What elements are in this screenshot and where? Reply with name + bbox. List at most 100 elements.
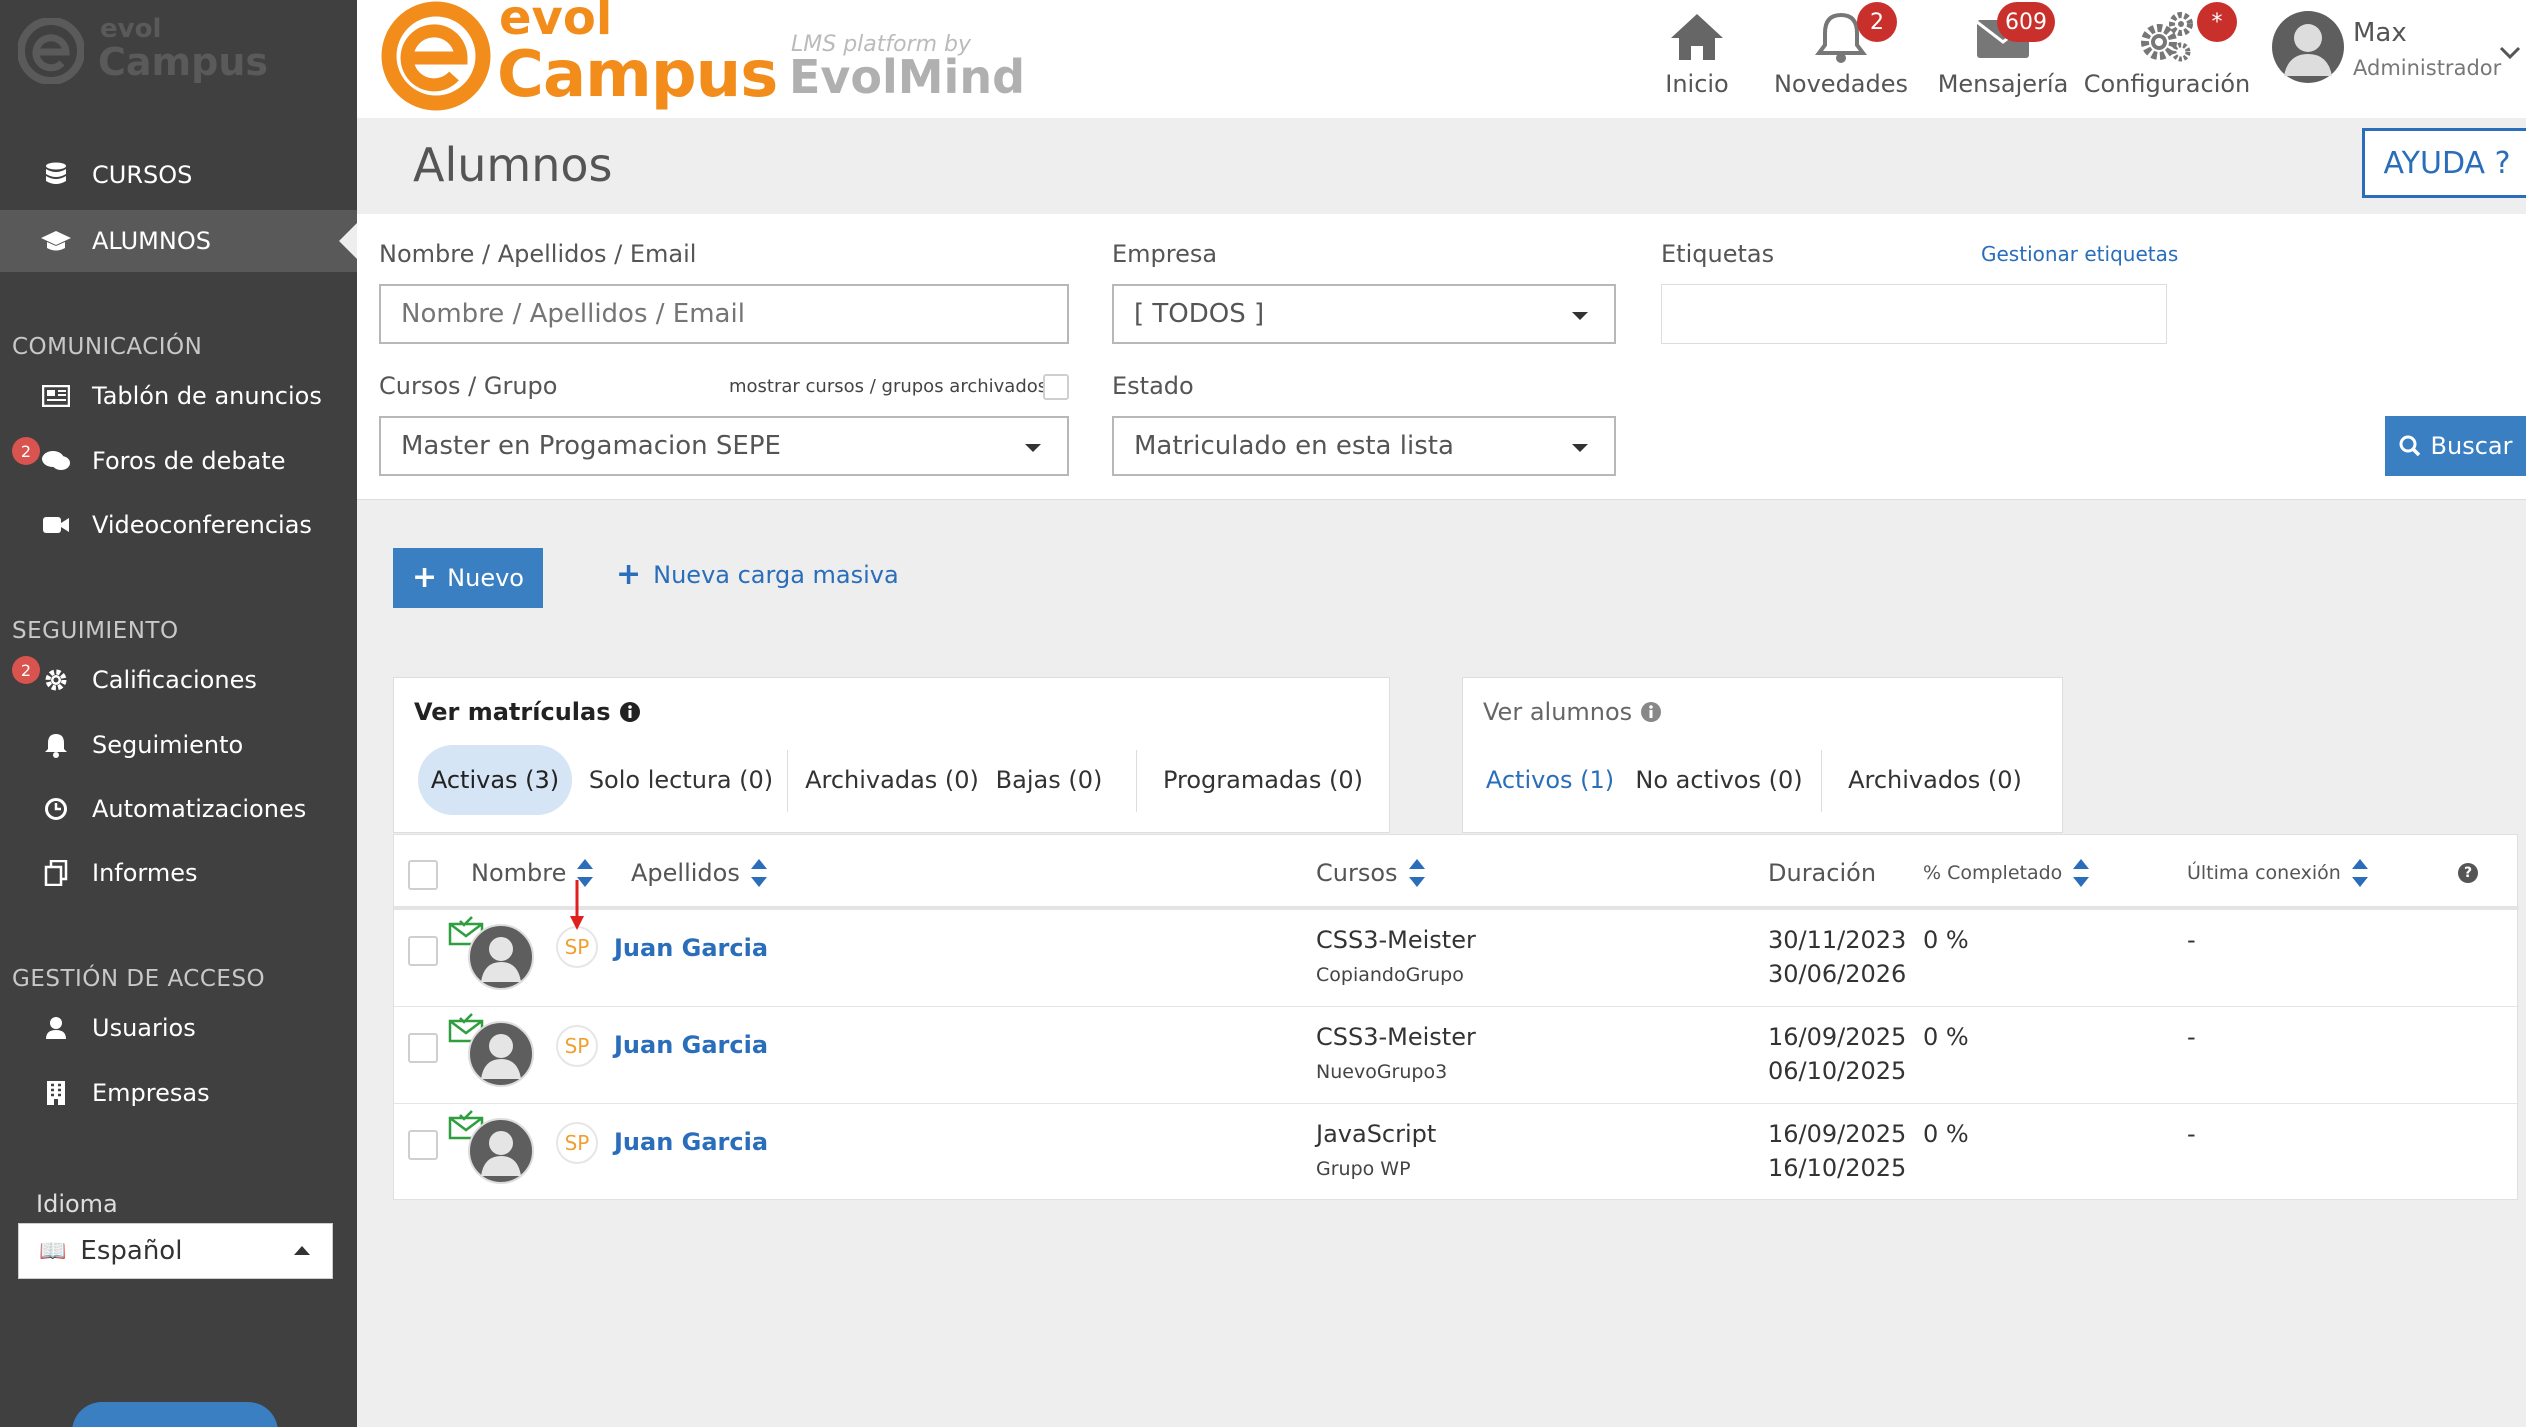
- last-connection: -: [2187, 1120, 2196, 1148]
- sidebar-item-usuarios[interactable]: Usuarios: [0, 997, 357, 1059]
- col-header-completado[interactable]: % Completado: [1923, 843, 2090, 903]
- group-name: CopiandoGrupo: [1316, 964, 1464, 986]
- tab-programadas[interactable]: Programadas (0): [1150, 745, 1376, 815]
- sidebar-item-label: Foros de debate: [92, 447, 286, 475]
- student-name-link[interactable]: Juan Garcia: [614, 1031, 768, 1059]
- state-select-value: Matriculado en esta lista: [1134, 431, 1454, 461]
- gears-icon: [2141, 12, 2193, 62]
- tab-no-activos[interactable]: No activos (0): [1631, 745, 1807, 815]
- courses-select[interactable]: Master en Progamacion SEPE: [379, 416, 1069, 476]
- sidebar-item-informes[interactable]: Informes: [0, 842, 357, 904]
- tags-filter-label: Etiquetas: [1661, 240, 1775, 268]
- user-icon: [40, 1012, 72, 1044]
- tab-archivados[interactable]: Archivados (0): [1835, 745, 2035, 815]
- table-row: SP Juan Garcia JavaScript Grupo WP 16/09…: [394, 1103, 2519, 1200]
- sidebar-item-label: Usuarios: [92, 1014, 196, 1042]
- brand-campus-text: Campus: [497, 38, 778, 112]
- sidebar-item-tablon[interactable]: Tablón de anuncios: [0, 365, 357, 427]
- plus-icon: +: [412, 560, 438, 595]
- nav-configuracion[interactable]: Configuración: [2057, 10, 2277, 110]
- col-header-duracion: Duración: [1768, 859, 1877, 887]
- sidebar-item-label: Calificaciones: [92, 666, 257, 694]
- select-all-checkbox[interactable]: [408, 860, 438, 890]
- col-apellidos-label: Apellidos: [631, 859, 740, 887]
- nav-inicio[interactable]: Inicio: [1647, 10, 1747, 110]
- sp-badge: SP: [556, 1122, 598, 1164]
- tab-solo-lectura[interactable]: Solo lectura (0): [586, 745, 776, 815]
- help-circle-icon[interactable]: ?: [2458, 863, 2478, 883]
- sidebar-section-seguimiento: SEGUIMIENTO: [12, 618, 179, 644]
- sidebar-floating-button[interactable]: [72, 1402, 278, 1427]
- nav-novedades[interactable]: Novedades: [1761, 10, 1921, 110]
- start-date: 16/09/2025: [1768, 1023, 1907, 1051]
- info-icon[interactable]: [619, 701, 641, 723]
- tab-archivadas[interactable]: Archivadas (0): [800, 745, 984, 815]
- sidebar-logo[interactable]: evol Campus: [18, 14, 268, 86]
- bulk-upload-link[interactable]: + Nueva carga masiva: [616, 560, 899, 590]
- copy-icon: [40, 857, 72, 889]
- manage-tags-link[interactable]: Gestionar etiquetas: [1981, 242, 2178, 266]
- sort-icon: [2351, 859, 2368, 887]
- new-student-button[interactable]: + Nuevo: [393, 548, 543, 608]
- students-title: Ver alumnos: [1483, 698, 1662, 726]
- last-connection: -: [2187, 1023, 2196, 1051]
- tab-bajas[interactable]: Bajas (0): [992, 745, 1106, 815]
- sidebar-item-label: Videoconferencias: [92, 511, 312, 539]
- red-arrow-icon: [570, 880, 584, 930]
- state-select[interactable]: Matriculado en esta lista: [1112, 416, 1616, 476]
- table-row: SP Juan Garcia CSS3-Meister CopiandoGrup…: [394, 880, 2519, 1006]
- sidebar-item-videoconferencias[interactable]: Videoconferencias: [0, 494, 357, 556]
- state-filter-label: Estado: [1112, 372, 1194, 400]
- course-name: JavaScript: [1316, 1120, 1437, 1148]
- sidebar-item-label: Informes: [92, 859, 198, 887]
- sidebar-item-label: ALUMNOS: [92, 227, 211, 255]
- tab-activas[interactable]: Activas (3): [418, 745, 572, 815]
- mensajeria-badge: 609: [1997, 2, 2055, 42]
- student-name-link[interactable]: Juan Garcia: [614, 1128, 768, 1156]
- language-select[interactable]: 📖 Español: [18, 1223, 333, 1279]
- col-header-conexion[interactable]: Última conexión: [2187, 843, 2369, 903]
- page-title: Alumnos: [413, 138, 613, 192]
- sidebar-item-alumnos[interactable]: ALUMNOS: [0, 210, 357, 272]
- student-name-link[interactable]: Juan Garcia: [614, 934, 768, 962]
- cog-icon: [40, 664, 72, 696]
- company-select[interactable]: [ TODOS ]: [1112, 284, 1616, 344]
- sidebar-item-label: Empresas: [92, 1079, 210, 1107]
- sidebar-item-seguimiento[interactable]: Seguimiento: [0, 714, 357, 776]
- tags-input[interactable]: [1661, 284, 2167, 344]
- new-button-label: Nuevo: [447, 564, 524, 592]
- courses-select-value: Master en Progamacion SEPE: [401, 431, 781, 461]
- show-archived-checkbox[interactable]: [1043, 374, 1069, 400]
- sidebar-item-calificaciones[interactable]: Calificaciones: [0, 649, 357, 711]
- group-name: NuevoGrupo3: [1316, 1061, 1448, 1083]
- col-header-cursos[interactable]: Cursos: [1316, 843, 1426, 903]
- tab-separator: [1821, 750, 1822, 812]
- clock-icon: [40, 793, 72, 825]
- user-menu[interactable]: Max Administrador: [2271, 10, 2526, 100]
- sidebar-item-foros[interactable]: Foros de debate: [0, 430, 357, 492]
- info-icon[interactable]: [1640, 701, 1662, 723]
- sidebar-item-automatizaciones[interactable]: Automatizaciones: [0, 778, 357, 840]
- filter-panel: Nombre / Apellidos / Email Empresa [ TOD…: [357, 214, 2526, 500]
- sidebar-item-empresas[interactable]: Empresas: [0, 1062, 357, 1124]
- col-completado-label: % Completado: [1923, 862, 2063, 884]
- bulk-link-label: Nueva carga masiva: [653, 561, 899, 589]
- tab-separator: [787, 750, 788, 812]
- search-button[interactable]: Buscar: [2385, 416, 2526, 476]
- name-search-input[interactable]: [379, 284, 1069, 344]
- row-checkbox[interactable]: [408, 1033, 438, 1063]
- sidebar-item-label: Seguimiento: [92, 731, 244, 759]
- row-checkbox[interactable]: [408, 1130, 438, 1160]
- nav-label: Inicio: [1665, 70, 1729, 98]
- row-checkbox[interactable]: [408, 936, 438, 966]
- sidebar-item-cursos[interactable]: CURSOS: [0, 144, 357, 206]
- tab-activos[interactable]: Activos (1): [1483, 745, 1617, 815]
- help-button[interactable]: AYUDA ?: [2362, 128, 2526, 198]
- col-cursos-label: Cursos: [1316, 859, 1398, 887]
- top-header: evol Campus LMS platform by EvolMind Ini…: [357, 0, 2526, 118]
- brand-logo[interactable]: evol Campus: [381, 0, 801, 112]
- nav-label: Configuración: [2083, 70, 2251, 98]
- company-filter-label: Empresa: [1112, 240, 1218, 268]
- col-header-apellidos[interactable]: Apellidos: [631, 843, 768, 903]
- show-archived-label: mostrar cursos / grupos archivados: [729, 376, 1048, 397]
